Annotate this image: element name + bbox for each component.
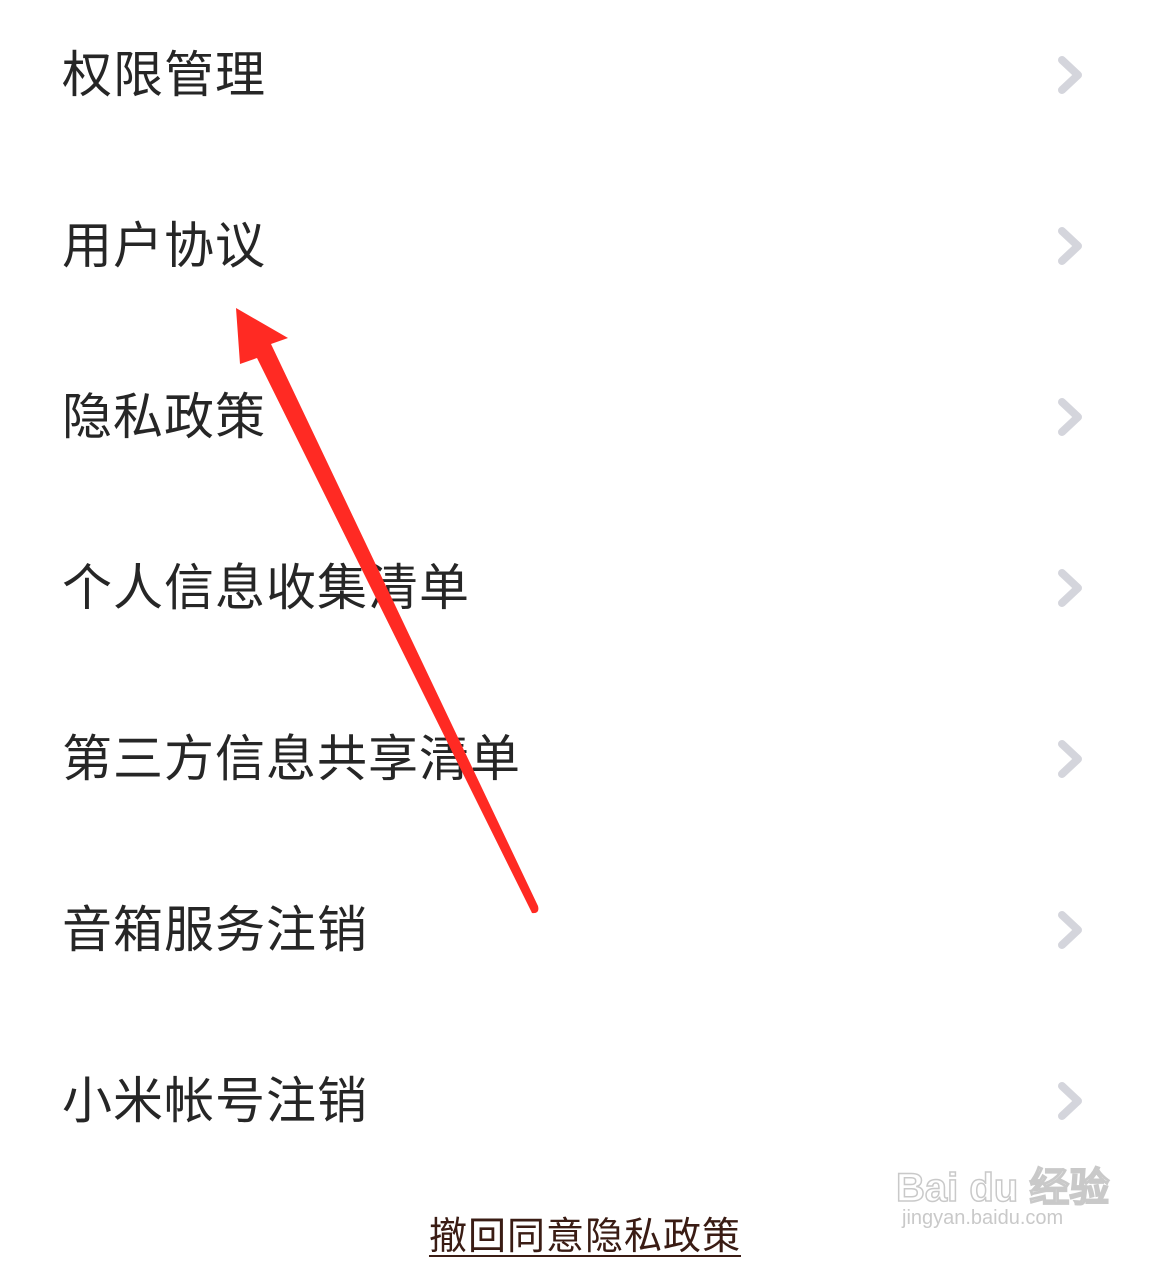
menu-item-label: 小米帐号注销 <box>62 1072 368 1130</box>
menu-item-label: 音箱服务注销 <box>62 901 368 959</box>
menu-item-privacy-policy[interactable]: 隐私政策 <box>0 342 1170 492</box>
menu-item-user-agreement[interactable]: 用户协议 <box>0 171 1170 321</box>
chevron-right-icon <box>1054 567 1086 609</box>
menu-item-label: 权限管理 <box>62 46 266 104</box>
menu-item-permission-management[interactable]: 权限管理 <box>0 0 1170 150</box>
menu-item-label: 隐私政策 <box>62 388 266 446</box>
chevron-right-icon <box>1054 1080 1086 1122</box>
menu-item-speaker-service-deregister[interactable]: 音箱服务注销 <box>0 855 1170 1005</box>
menu-item-personal-info-list[interactable]: 个人信息收集清单 <box>0 513 1170 663</box>
menu-item-third-party-sharing-list[interactable]: 第三方信息共享清单 <box>0 684 1170 834</box>
chevron-right-icon <box>1054 909 1086 951</box>
chevron-right-icon <box>1054 54 1086 96</box>
menu-item-mi-account-deregister[interactable]: 小米帐号注销 <box>0 1026 1170 1176</box>
chevron-right-icon <box>1054 396 1086 438</box>
menu-item-label: 个人信息收集清单 <box>62 559 470 617</box>
revoke-privacy-consent-label: 撤回同意隐私政策 <box>428 1214 741 1258</box>
menu-item-label: 第三方信息共享清单 <box>62 730 521 788</box>
revoke-privacy-consent-link[interactable]: 撤回同意隐私政策 <box>0 1205 1170 1260</box>
chevron-right-icon <box>1054 738 1086 780</box>
chevron-right-icon <box>1054 225 1086 267</box>
menu-item-label: 用户协议 <box>62 217 266 275</box>
